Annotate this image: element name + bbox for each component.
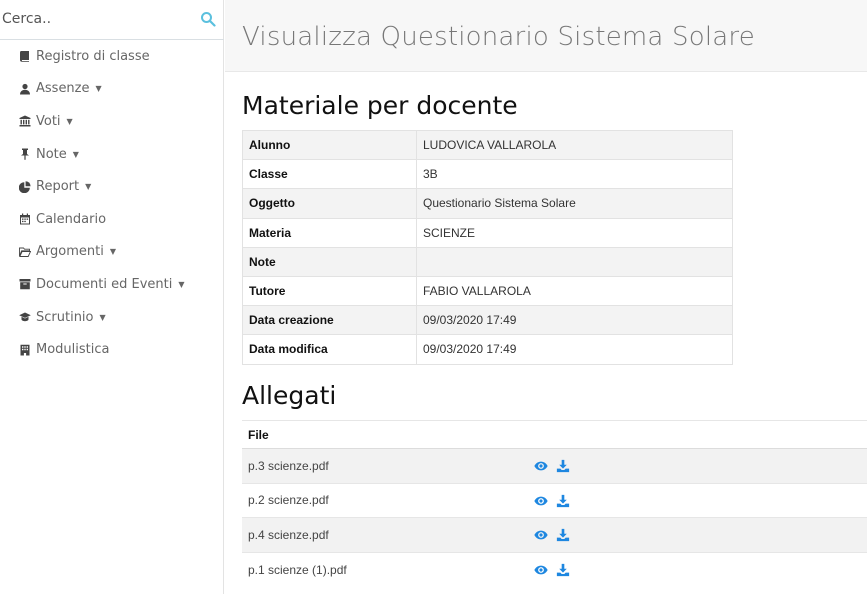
sidebar-item-voti[interactable]: Voti ▼ (0, 105, 224, 138)
caret-down-icon: ▼ (66, 116, 73, 126)
row-value: LUDOVICA VALLAROLA (416, 129, 733, 161)
row-value: 09/03/2020 17:49 (416, 305, 733, 336)
file-actions (528, 517, 867, 552)
eye-icon[interactable] (534, 528, 548, 542)
caret-down-icon: ▼ (72, 149, 79, 159)
search-icon[interactable] (200, 11, 216, 27)
sidebar-item-label: Modulistica (36, 342, 110, 358)
sidebar-item-report[interactable]: Report ▼ (0, 170, 224, 203)
caret-down-icon: ▼ (178, 279, 185, 289)
building-icon (18, 343, 32, 357)
user-icon (18, 82, 32, 96)
download-icon[interactable] (556, 563, 570, 577)
row-key: Data modifica (242, 334, 417, 365)
file-name: p.3 scienze.pdf (242, 448, 528, 483)
search-bar (0, 0, 224, 40)
main-content: Visualizza Questionario Sistema Solare M… (225, 0, 867, 594)
row-key: Note (242, 246, 417, 277)
caret-down-icon: ▼ (95, 84, 102, 94)
materiale-table: Alunno LUDOVICA VALLAROLA Classe 3B Oggett… (242, 129, 733, 365)
table-row: Classe 3B (242, 159, 733, 190)
sidebar-item-calendario[interactable]: Calendario (0, 203, 224, 236)
sidebar-item-label: Report (36, 179, 80, 195)
pushpin-icon (18, 147, 32, 161)
row-key: Materia (242, 217, 417, 248)
table-row: Tutore FABIO VALLAROLA (242, 275, 733, 307)
table-row: Data creazione 09/03/2020 17:49 (242, 305, 733, 336)
page-header: Visualizza Questionario Sistema Solare (225, 0, 867, 72)
materiale-heading: Materiale per docente (242, 91, 518, 120)
folder-open-icon (18, 245, 32, 259)
table-row: p.2 scienze.pdf (242, 482, 867, 518)
page-title: Visualizza Questionario Sistema Solare (242, 22, 755, 52)
sidebar-item-label: Documenti ed Eventi (36, 276, 173, 292)
download-icon[interactable] (556, 528, 570, 542)
pie-chart-icon (18, 180, 32, 194)
row-value: SCIENZE (416, 217, 733, 248)
row-key: Data creazione (242, 305, 417, 336)
sidebar-item-label: Registro di classe (36, 48, 150, 64)
sidebar-item-note[interactable]: Note ▼ (0, 138, 224, 171)
caret-down-icon: ▼ (85, 182, 92, 192)
sidebar-item-label: Assenze (36, 81, 90, 97)
eye-icon[interactable] (534, 563, 548, 577)
download-icon[interactable] (556, 494, 570, 508)
row-value: 09/03/2020 17:49 (416, 334, 733, 365)
column-header-file: File (242, 420, 867, 449)
bank-icon (18, 114, 32, 128)
sidebar-item-label: Scrutinio (36, 309, 94, 325)
table-row: p.3 scienze.pdf (242, 448, 867, 483)
row-key: Alunno (242, 129, 417, 161)
row-value: FABIO VALLAROLA (416, 275, 733, 307)
sidebar-item-label: Voti (36, 113, 61, 129)
allegati-table: File p.3 scienze.pdf p.2 scienze.pdf p.4… (242, 420, 867, 587)
table-row: p.4 scienze.pdf (242, 517, 867, 552)
sidebar-item-documenti[interactable]: Documenti ed Eventi ▼ (0, 268, 224, 301)
book-icon (18, 49, 32, 63)
file-name: p.1 scienze (1).pdf (242, 551, 528, 587)
sidebar-item-modulistica[interactable]: Modulistica (0, 333, 224, 366)
table-row: Alunno LUDOVICA VALLAROLA (242, 129, 733, 161)
table-row: Note (242, 246, 733, 277)
sidebar-item-registro[interactable]: Registro di classe (0, 40, 224, 73)
sidebar-item-label: Calendario (36, 211, 107, 227)
table-row: Data modifica 09/03/2020 17:49 (242, 334, 733, 365)
sidebar-item-label: Note (36, 146, 67, 162)
sidebar-item-argomenti[interactable]: Argomenti ▼ (0, 236, 224, 269)
sidebar-item-label: Argomenti (36, 244, 104, 260)
table-row: Materia SCIENZE (242, 217, 733, 248)
file-name: p.4 scienze.pdf (242, 517, 528, 552)
sidebar-item-assenze[interactable]: Assenze ▼ (0, 73, 224, 106)
table-header-row: File (242, 420, 867, 449)
calendar-icon (18, 212, 32, 226)
row-key: Oggetto (242, 188, 417, 219)
row-value: Questionario Sistema Solare (416, 188, 733, 219)
graduation-cap-icon (18, 310, 32, 324)
file-actions (528, 551, 867, 587)
table-row: p.1 scienze (1).pdf (242, 551, 867, 587)
eye-icon[interactable] (534, 459, 548, 473)
file-actions (528, 482, 867, 518)
table-row: Oggetto Questionario Sistema Solare (242, 188, 733, 219)
file-actions (528, 448, 867, 483)
sidebar-item-scrutinio[interactable]: Scrutinio ▼ (0, 301, 224, 334)
eye-icon[interactable] (534, 494, 548, 508)
file-name: p.2 scienze.pdf (242, 482, 528, 518)
row-key: Tutore (242, 275, 417, 307)
sidebar: Registro di classe Assenze ▼ Voti ▼ Note… (0, 0, 224, 594)
download-icon[interactable] (556, 459, 570, 473)
allegati-heading: Allegati (242, 381, 337, 410)
row-value (416, 246, 733, 277)
row-value: 3B (416, 159, 733, 190)
search-input[interactable] (0, 0, 190, 38)
row-key: Classe (242, 159, 417, 190)
caret-down-icon: ▼ (99, 312, 106, 322)
caret-down-icon: ▼ (109, 247, 116, 257)
archive-icon (18, 277, 32, 291)
sidebar-nav: Registro di classe Assenze ▼ Voti ▼ Note… (0, 40, 224, 366)
